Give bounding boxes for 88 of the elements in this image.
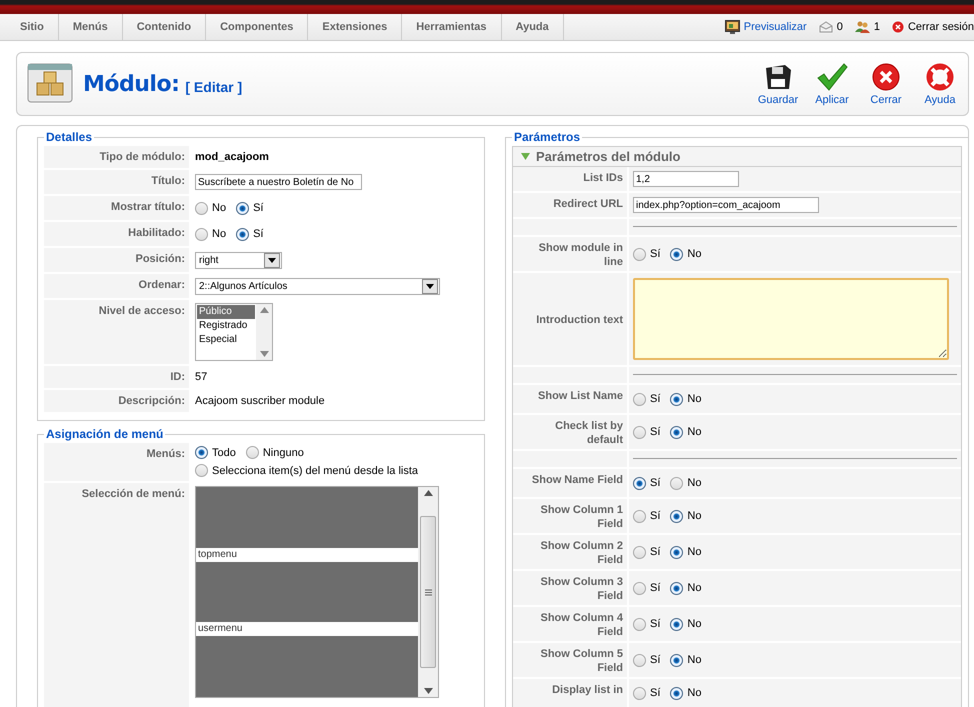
- status-count: 1: [874, 21, 880, 33]
- module-boxes-icon: [27, 63, 73, 105]
- dropdown[interactable]: right: [195, 252, 282, 268]
- field-label: Posición:: [44, 248, 191, 272]
- list-option[interactable]: topmenu: [196, 548, 418, 562]
- radio-option[interactable]: Sí: [633, 582, 660, 594]
- field-label: Descripción:: [44, 390, 191, 412]
- introduction-textarea[interactable]: [633, 278, 949, 360]
- scroll-up-icon[interactable]: [424, 490, 432, 496]
- lifebuoy-icon: [925, 62, 955, 92]
- field-label: Tipo de módulo:: [44, 146, 191, 168]
- field-label: Selección de menú:: [44, 483, 191, 707]
- text-input[interactable]: 1,2: [633, 171, 739, 187]
- radio-option[interactable]: No: [670, 618, 702, 630]
- menu-item[interactable]: Menús: [58, 14, 123, 40]
- radio-option[interactable]: Sí: [633, 510, 660, 522]
- field-label: Mostrar título:: [44, 196, 191, 220]
- access-level-list[interactable]: Público Registrado Especial: [195, 303, 273, 361]
- field-value: mod_acajoom: [195, 151, 269, 163]
- text-input[interactable]: Suscríbete a nuestro Boletín de No: [195, 174, 362, 190]
- radio-option[interactable]: No: [670, 654, 702, 666]
- page-subtitle: [ Editar ]: [185, 79, 242, 95]
- list-option[interactable]: Registrado: [197, 319, 255, 333]
- toolbar-button[interactable]: Guardar: [754, 62, 802, 106]
- text-input[interactable]: index.php?option=com_acajoom: [633, 197, 819, 213]
- scroll-up-icon[interactable]: [260, 307, 268, 313]
- toolbar-button[interactable]: Cerrar: [862, 62, 910, 106]
- radio-option[interactable]: Todo: [195, 446, 236, 459]
- radio-option[interactable]: No: [195, 228, 226, 240]
- close-icon: [892, 21, 904, 33]
- radio-option[interactable]: Sí: [633, 248, 660, 260]
- menu-item[interactable]: Extensiones: [308, 14, 402, 40]
- field-label: Ordenar:: [44, 274, 191, 298]
- radio-option[interactable]: Sí: [633, 686, 660, 700]
- field-label: Menús:: [44, 443, 191, 481]
- menu-selection-list[interactable]: topmenu usermenu: [195, 486, 439, 698]
- menu-item[interactable]: Componentes: [206, 14, 308, 40]
- field-value: Acajoom suscriber module: [195, 395, 325, 407]
- fieldset-legend: Asignación de menú: [44, 427, 166, 441]
- radio-option[interactable]: No: [670, 476, 702, 490]
- field-label: Habilitado:: [44, 222, 191, 246]
- field-label: Nivel de acceso:: [44, 300, 191, 364]
- fieldset-legend: Detalles: [44, 130, 94, 144]
- users-icon: [854, 21, 870, 33]
- dropdown[interactable]: 2::Algunos Artículos: [195, 278, 440, 294]
- radio-option[interactable]: No: [670, 510, 702, 522]
- monitor-icon: [724, 20, 740, 34]
- scroll-down-icon[interactable]: [260, 351, 268, 357]
- menu-item[interactable]: Sitio: [6, 14, 59, 40]
- radio-option[interactable]: Sí: [633, 392, 660, 406]
- radio-option[interactable]: Sí: [633, 426, 660, 438]
- radio-option[interactable]: Sí: [236, 202, 264, 214]
- field-label: ID:: [44, 366, 191, 388]
- fieldset-legend: Parámetros: [512, 130, 582, 144]
- radio-option[interactable]: No: [670, 426, 702, 438]
- radio-option[interactable]: No: [670, 248, 702, 260]
- checkmark-icon: [816, 62, 848, 92]
- menu-item[interactable]: Herramientas: [402, 14, 502, 40]
- radio-option[interactable]: No: [195, 202, 226, 214]
- radio-option[interactable]: No: [670, 686, 702, 700]
- radio-option[interactable]: No: [670, 392, 702, 406]
- grip-icon: [424, 588, 432, 596]
- page-title: Módulo:: [83, 72, 180, 96]
- toolbar-button[interactable]: Aplicar: [808, 62, 856, 106]
- status-link[interactable]: Cerrar sesión: [908, 21, 974, 33]
- list-option[interactable]: Especial: [197, 333, 255, 347]
- toolbar-button[interactable]: Ayuda: [916, 62, 964, 106]
- radio-option[interactable]: Sí: [633, 654, 660, 666]
- radio-option[interactable]: No: [670, 582, 702, 594]
- status-link[interactable]: Previsualizar: [744, 21, 807, 33]
- panel-title: Parámetros del módulo: [536, 149, 680, 164]
- list-option[interactable]: Público: [197, 305, 255, 319]
- radio-option[interactable]: Sí: [633, 476, 660, 490]
- close-icon: [871, 62, 901, 92]
- scrollbar-thumb[interactable]: [420, 516, 436, 668]
- radio-option[interactable]: Selecciona item(s) del menú desde la lista: [195, 464, 418, 477]
- radio-option[interactable]: No: [670, 546, 702, 558]
- radio-option[interactable]: Sí: [633, 618, 660, 630]
- envelope-icon: [818, 21, 833, 33]
- field-label: Título:: [44, 170, 191, 194]
- radio-option[interactable]: Ninguno: [246, 446, 304, 459]
- field-value: 57: [195, 371, 208, 383]
- menu-item[interactable]: Contenido: [122, 14, 206, 40]
- radio-option[interactable]: Sí: [633, 546, 660, 558]
- scroll-down-icon[interactable]: [424, 688, 432, 694]
- radio-option[interactable]: Sí: [236, 228, 264, 240]
- status-count: 0: [836, 21, 843, 33]
- menu-item[interactable]: Ayuda: [502, 14, 564, 40]
